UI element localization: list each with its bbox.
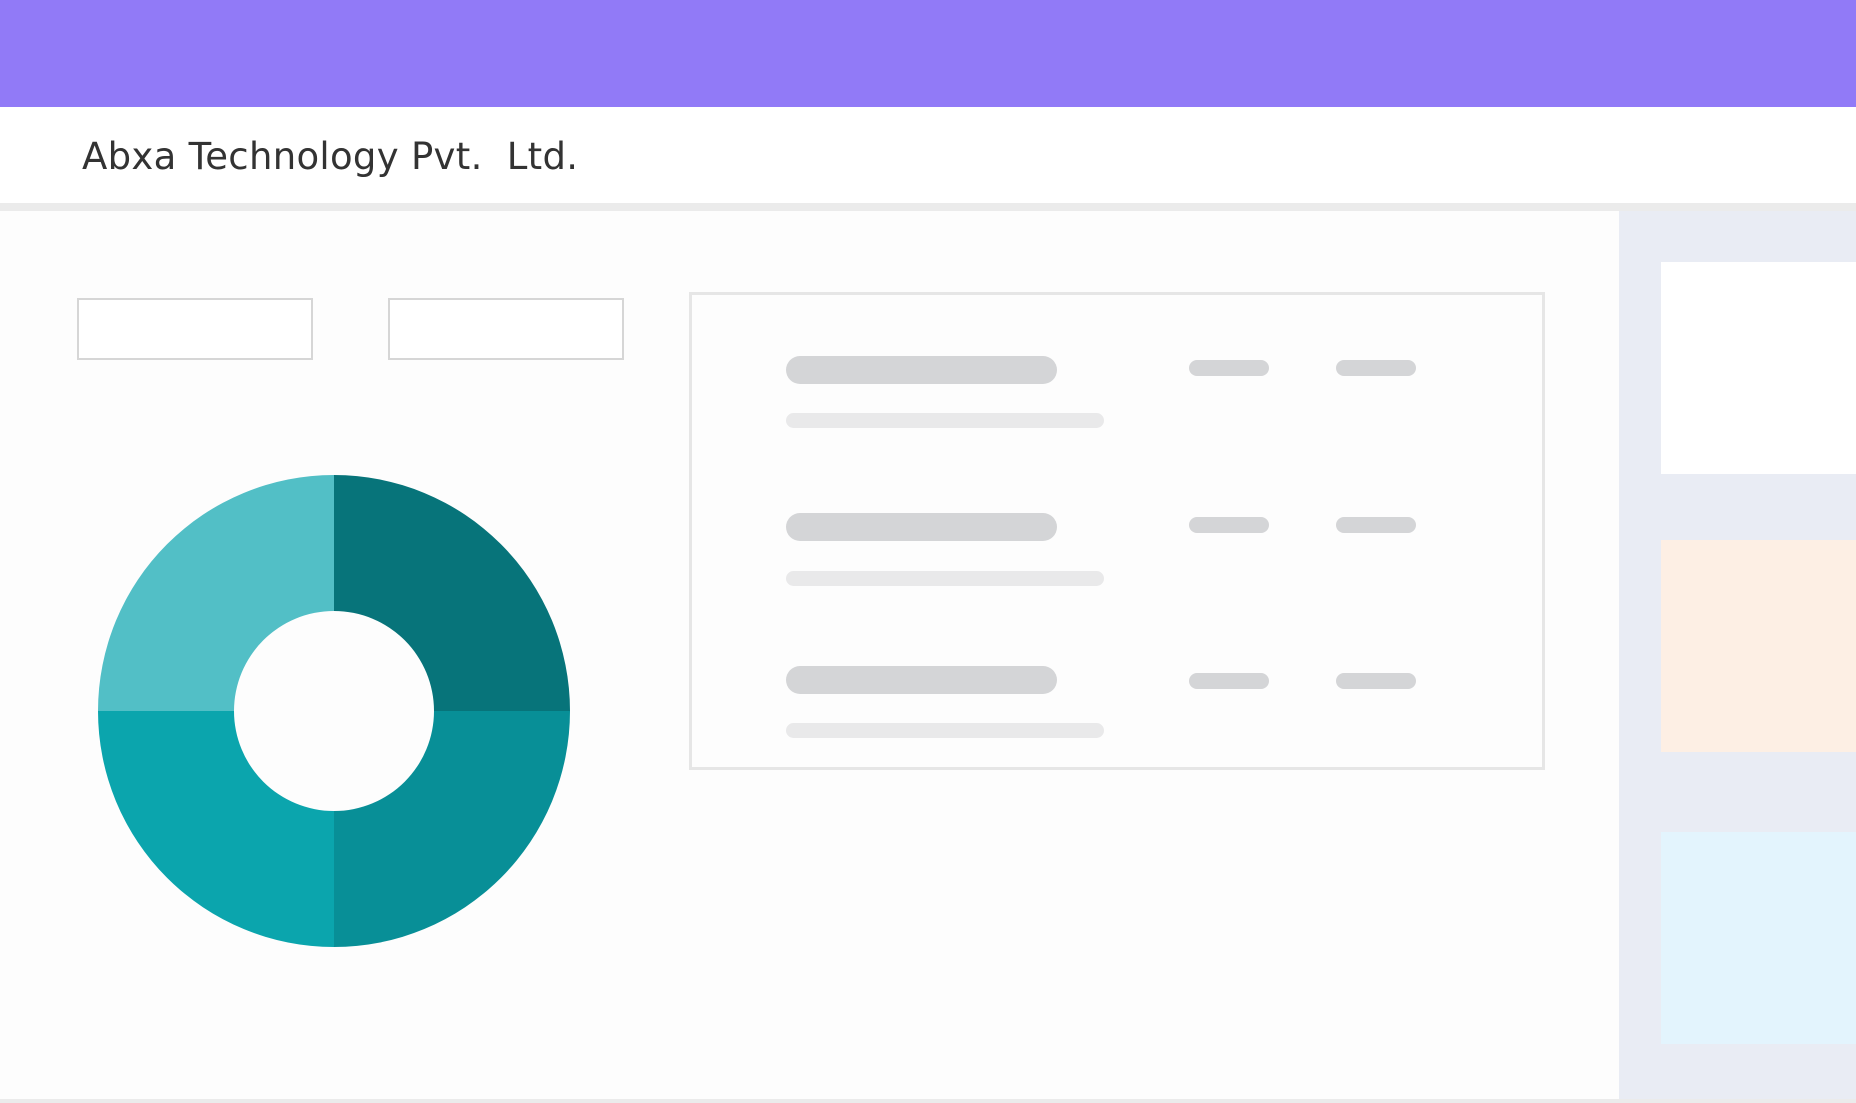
donut-slice-4 <box>98 475 334 711</box>
side-card-peach[interactable] <box>1661 540 1856 752</box>
row-1-title-placeholder <box>786 356 1057 384</box>
row-2-title-placeholder <box>786 513 1057 541</box>
filter-input-2[interactable] <box>388 298 624 360</box>
list-card <box>689 292 1545 770</box>
row-3-title-placeholder <box>786 666 1057 694</box>
row-3-subtitle-placeholder <box>786 723 1104 738</box>
row-1-value-placeholder <box>1189 360 1269 376</box>
row-2-subtitle-placeholder <box>786 571 1104 586</box>
header-divider <box>0 203 1856 211</box>
filter-input-1[interactable] <box>77 298 313 360</box>
donut-slice-3 <box>98 711 334 947</box>
donut-chart <box>98 475 570 947</box>
bottom-divider <box>0 1099 1856 1103</box>
row-3-value-2-placeholder <box>1336 673 1416 689</box>
row-1-subtitle-placeholder <box>786 413 1104 428</box>
donut-slice-1 <box>334 475 570 711</box>
company-name: Abxa Technology Pvt. Ltd. <box>82 135 579 178</box>
side-card-blue[interactable] <box>1661 832 1856 1044</box>
right-panel <box>1619 211 1856 1099</box>
company-header: Abxa Technology Pvt. Ltd. <box>0 107 1856 203</box>
row-3-value-placeholder <box>1189 673 1269 689</box>
donut-slice-2 <box>334 711 570 947</box>
side-card-white[interactable] <box>1661 262 1856 474</box>
top-accent-bar <box>0 0 1856 107</box>
row-1-value-2-placeholder <box>1336 360 1416 376</box>
row-2-value-2-placeholder <box>1336 517 1416 533</box>
row-2-value-placeholder <box>1189 517 1269 533</box>
